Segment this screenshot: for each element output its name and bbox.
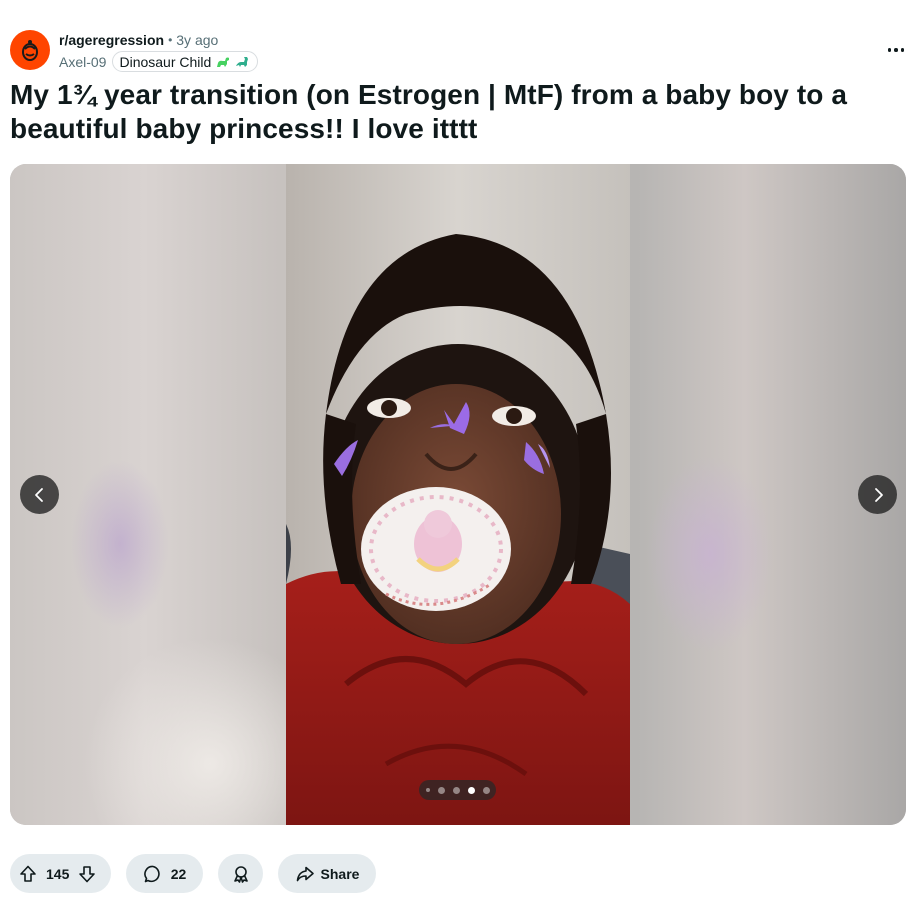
image-gallery[interactable] [10, 164, 906, 825]
gallery-next-button[interactable] [858, 475, 897, 514]
subreddit-logo-icon [22, 40, 38, 61]
pagination-dot[interactable] [425, 788, 430, 792]
dinosaur-emoji-icon [217, 57, 230, 67]
chevron-right-icon [874, 487, 883, 502]
chevron-left-icon [34, 487, 43, 502]
post-meta: r/ageregression • 3y ago Axel-09 Dinosau… [59, 31, 259, 72]
post-actions-bar: 145 22 Share [10, 854, 376, 893]
gallery-image[interactable] [286, 164, 630, 825]
pagination-dot[interactable] [452, 786, 460, 794]
gallery-previous-button[interactable] [20, 475, 59, 514]
post-time: 3y ago [176, 32, 219, 48]
upvote-button[interactable] [18, 864, 38, 884]
more-options-button[interactable] [884, 40, 908, 60]
subreddit-avatar[interactable] [10, 30, 50, 70]
comments-button[interactable]: 22 [126, 854, 203, 893]
pagination-dot[interactable] [437, 786, 445, 794]
downvote-arrow-icon [79, 865, 96, 882]
more-dot [887, 48, 892, 52]
vote-score: 145 [46, 865, 70, 882]
flair-text: Dinosaur Child [119, 53, 212, 70]
author-name[interactable]: Axel-09 [59, 52, 106, 72]
share-button[interactable]: Share [278, 854, 376, 893]
more-dot [894, 48, 898, 52]
user-flair: Dinosaur Child [112, 51, 259, 72]
subreddit-name[interactable]: r/ageregression [59, 31, 164, 49]
pagination-dot-active[interactable] [467, 786, 475, 794]
more-dot [900, 48, 905, 52]
comment-count: 22 [170, 865, 187, 882]
downvote-button[interactable] [77, 864, 97, 884]
post-title[interactable]: My 1¾ year transition (on Estrogen | MtF… [10, 78, 905, 146]
pagination-dot[interactable] [482, 786, 490, 794]
dinosaur-emoji-icon [236, 56, 249, 67]
post-header: r/ageregression • 3y ago Axel-09 Dinosau… [10, 30, 910, 74]
award-button[interactable] [218, 854, 263, 893]
comment-bubble-icon [143, 865, 160, 882]
upvote-arrow-icon [20, 865, 36, 882]
vote-pill: 145 [10, 854, 111, 893]
meta-separator: • [168, 33, 173, 47]
selfie-photo [286, 164, 630, 825]
share-label: Share [320, 865, 360, 882]
gallery-pagination [419, 780, 496, 800]
share-arrow-icon [296, 866, 314, 881]
award-ribbon-icon [233, 865, 248, 883]
